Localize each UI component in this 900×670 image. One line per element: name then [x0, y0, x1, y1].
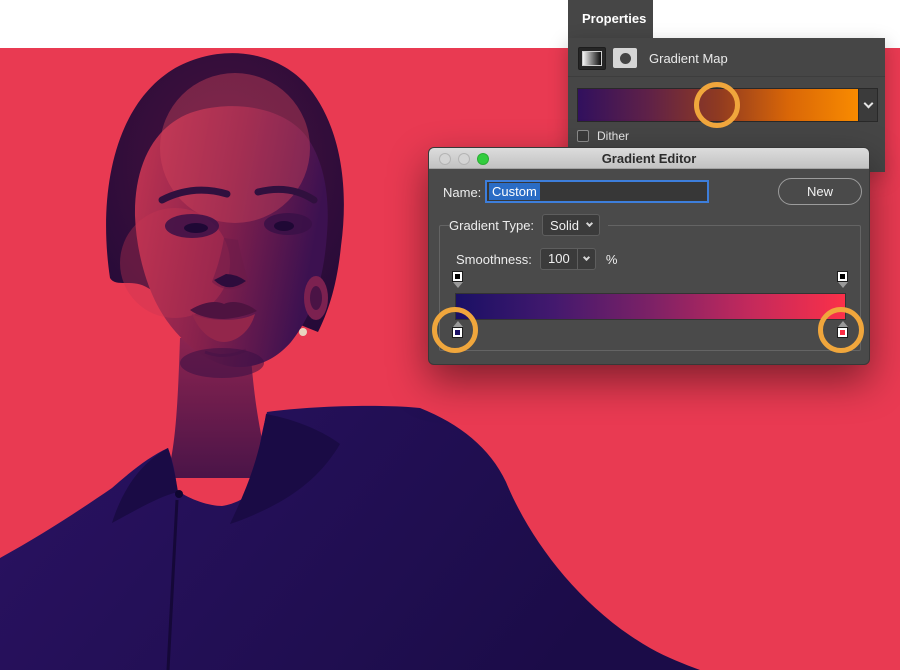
dialog-title: Gradient Editor: [601, 151, 697, 166]
gradient-type-row: Gradient Type: Solid: [449, 213, 609, 237]
smoothness-label: Smoothness:: [456, 251, 532, 267]
annotation-circle-left-stop: [432, 307, 478, 353]
layer-mask-icon[interactable]: [613, 48, 637, 68]
smoothness-dropdown[interactable]: [576, 249, 595, 269]
dither-option: Dither: [577, 129, 629, 143]
properties-tab-label: Properties: [582, 11, 647, 26]
name-label: Name:: [443, 185, 482, 200]
smoothness-value: 100: [548, 251, 570, 266]
gradient-editor-dialog: Gradient Editor Name: Custom New Gradien…: [428, 147, 870, 365]
dither-checkbox[interactable]: [577, 130, 589, 142]
smoothness-unit: %: [605, 251, 618, 267]
adjustment-title: Gradient Map: [649, 50, 728, 66]
gradient-picker-dropdown[interactable]: [858, 89, 877, 121]
chevron-down-icon: [582, 253, 590, 262]
opacity-stop-left[interactable]: [449, 272, 466, 288]
smoothness-row: Smoothness: 100 %: [456, 248, 617, 270]
gradient-adjustment-thumbnail-icon[interactable]: [578, 46, 606, 70]
dither-label: Dither: [597, 129, 630, 143]
gradient-editing-bar[interactable]: [456, 294, 845, 319]
stop-pointer: [452, 282, 463, 288]
dialog-titlebar[interactable]: Gradient Editor: [429, 148, 869, 169]
annotation-circle-gradient-picker: [694, 82, 740, 128]
stop-pointer: [837, 282, 848, 288]
photoshop-workspace: Properties Gradient Map Dither Gradient …: [0, 0, 900, 670]
name-input-value: Custom: [489, 183, 540, 200]
chevron-down-icon: [586, 219, 594, 228]
gradient-options-group: [439, 225, 861, 351]
gradient-name-input[interactable]: Custom: [485, 180, 709, 203]
gradient-type-label: Gradient Type:: [449, 217, 535, 233]
new-button[interactable]: New: [778, 178, 862, 205]
annotation-circle-right-stop: [818, 307, 864, 353]
adjustment-header: Gradient Map: [578, 46, 728, 70]
gradient-type-select[interactable]: Solid: [542, 214, 601, 236]
opacity-stop-right[interactable]: [834, 272, 851, 288]
smoothness-select[interactable]: 100: [539, 248, 596, 270]
chevron-down-icon: [863, 98, 873, 109]
properties-tab[interactable]: Properties: [568, 0, 653, 38]
divider: [568, 76, 885, 77]
